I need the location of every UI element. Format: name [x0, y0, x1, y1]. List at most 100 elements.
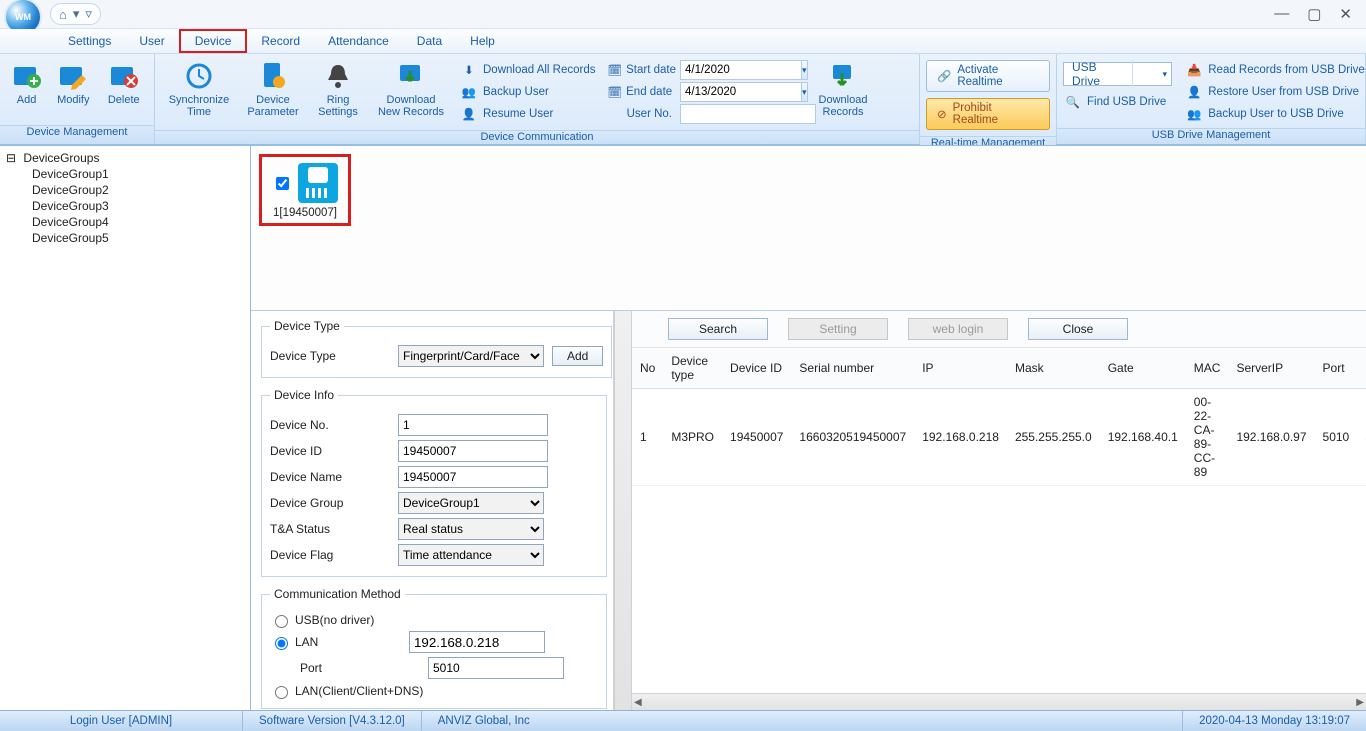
status-version: Software Version [V4.3.12.0] [243, 711, 422, 731]
device-group-select[interactable]: DeviceGroup1 [398, 492, 544, 514]
device-no-input[interactable] [398, 414, 548, 436]
activate-realtime-button[interactable]: 🔗Activate Realtime [926, 60, 1050, 92]
col-mask[interactable]: Mask [1007, 348, 1100, 389]
bell-icon [322, 60, 354, 92]
grid-setting-button[interactable]: Setting [788, 318, 888, 340]
menu-attendance[interactable]: Attendance [314, 29, 403, 53]
col-no[interactable]: No [632, 348, 663, 389]
device-type-select[interactable]: Fingerprint/Card/Face [398, 345, 544, 367]
port-input[interactable] [428, 657, 564, 679]
lan-ip-input[interactable] [409, 631, 545, 653]
delete-button[interactable]: Delete [100, 58, 148, 106]
prohibit-realtime-button[interactable]: ⊘Prohibit Realtime [926, 98, 1050, 130]
menu-record[interactable]: Record [247, 29, 314, 53]
backup-user-button[interactable]: 👥Backup User [455, 82, 602, 102]
collapse-icon[interactable]: ⊟ [6, 151, 16, 165]
device-id-input[interactable] [398, 440, 548, 462]
grid-close-button[interactable]: Close [1028, 318, 1128, 340]
modify-button[interactable]: Modify [49, 58, 97, 106]
device-type-label: Device Type [270, 349, 390, 363]
menu-user[interactable]: User [125, 29, 178, 53]
start-date-input[interactable] [680, 60, 802, 80]
device-gear-icon [257, 60, 289, 92]
status-company: ANVIZ Global, Inc [422, 711, 1183, 731]
col-port[interactable]: Port [1315, 348, 1358, 389]
ring-settings-button[interactable]: Ring Settings [309, 58, 367, 118]
grid-horizontal-scrollbar[interactable]: ◀▶ [632, 693, 1366, 710]
lan-client-radio[interactable] [275, 686, 288, 699]
menubar: Settings User Device Record Attendance D… [0, 29, 1366, 54]
end-date-input[interactable] [680, 82, 802, 102]
find-usb-button[interactable]: 🔍Find USB Drive [1063, 92, 1172, 112]
resume-user-button[interactable]: 👤Resume User [455, 104, 602, 124]
device-id-label: Device ID [270, 444, 390, 458]
ribbon-group-usb: USB Drive ▾ 🔍Find USB Drive 📥Read Record… [1057, 54, 1366, 144]
menu-help[interactable]: Help [456, 29, 509, 53]
add-button[interactable]: Add [6, 58, 47, 106]
dropdown-icon[interactable]: ▿ [85, 6, 92, 22]
col-ip[interactable]: IP [914, 348, 1007, 389]
device-type-add-button[interactable]: Add [552, 346, 603, 366]
ta-status-select[interactable]: Real status [398, 518, 544, 540]
device-tile-checkbox[interactable] [276, 177, 289, 190]
col-mac[interactable]: MAC [1186, 348, 1229, 389]
add-icon [11, 60, 43, 92]
device-group-tree[interactable]: ⊟ DeviceGroups DeviceGroup1 DeviceGroup2… [0, 146, 251, 710]
resume-user-icon: 👤 [461, 106, 477, 122]
col-serverip[interactable]: ServerIP [1228, 348, 1314, 389]
chevron-down-icon[interactable]: ▾ [1158, 69, 1171, 80]
home-icon[interactable]: ⌂ [59, 7, 67, 22]
clock-sync-icon [183, 60, 215, 92]
center-pane: 1[19450007] Device Type Device Type Fing… [251, 146, 1366, 710]
table-row[interactable]: 1 M3PRO 19450007 1660320519450007 192.16… [632, 389, 1366, 486]
form-scrollbar[interactable] [614, 311, 632, 710]
device-type-fieldset: Device Type Device Type Fingerprint/Card… [261, 319, 612, 378]
usb-drive-combo[interactable]: USB Drive ▾ [1063, 62, 1172, 86]
grid-search-button[interactable]: Search [668, 318, 768, 340]
col-device-type[interactable]: Device type [663, 348, 722, 389]
download-records-button[interactable]: Download Records [806, 58, 880, 118]
ribbon-group-device-management: Add Modify Delete Device Management [0, 54, 155, 144]
download-all-icon: ⬇ [461, 62, 477, 78]
tree-item[interactable]: DeviceGroup1 [2, 166, 248, 182]
synchronize-time-button[interactable]: Synchronize Time [161, 58, 237, 118]
col-mode[interactable]: Mode [1357, 348, 1366, 389]
menu-settings[interactable]: Settings [54, 29, 125, 53]
tree-item[interactable]: DeviceGroup5 [2, 230, 248, 246]
read-records-usb-button[interactable]: 📥Read Records from USB Drive [1180, 60, 1366, 80]
tree-root[interactable]: ⊟ DeviceGroups [2, 150, 248, 166]
device-flag-select[interactable]: Time attendance [398, 544, 544, 566]
ribbon-group-device-communication: Synchronize Time Device Parameter Ring S… [155, 54, 920, 144]
download-all-records-button[interactable]: ⬇Download All Records [455, 60, 602, 80]
prohibit-icon: ⊘ [937, 107, 947, 121]
col-gate[interactable]: Gate [1100, 348, 1186, 389]
device-group-label: Device Group [270, 496, 390, 510]
device-tile[interactable]: 1[19450007] [259, 154, 351, 226]
col-serial[interactable]: Serial number [791, 348, 914, 389]
lan-radio[interactable] [275, 637, 288, 650]
tree-item[interactable]: DeviceGroup4 [2, 214, 248, 230]
usb-read-icon: 📥 [1186, 62, 1202, 78]
modify-icon [57, 60, 89, 92]
usb-radio[interactable] [275, 615, 288, 628]
tree-item[interactable]: DeviceGroup3 [2, 198, 248, 214]
download-icon [395, 60, 427, 92]
device-type-legend: Device Type [270, 319, 344, 333]
user-no-input[interactable] [680, 104, 816, 124]
device-name-input[interactable] [398, 466, 548, 488]
menu-data[interactable]: Data [403, 29, 456, 53]
close-button[interactable]: ✕ [1339, 5, 1352, 23]
download-new-records-button[interactable]: Download New Records [369, 58, 453, 118]
maximize-button[interactable]: ▢ [1307, 5, 1321, 23]
device-grid[interactable]: No Device type Device ID Serial number I… [632, 348, 1366, 693]
tree-item[interactable]: DeviceGroup2 [2, 182, 248, 198]
grid-weblogin-button[interactable]: web login [908, 318, 1008, 340]
device-parameter-button[interactable]: Device Parameter [239, 58, 307, 118]
col-device-id[interactable]: Device ID [722, 348, 791, 389]
port-label: Port [270, 661, 420, 675]
shield-icon[interactable]: ▾ [73, 6, 80, 22]
restore-user-usb-button[interactable]: 👤Restore User from USB Drive [1180, 82, 1366, 102]
backup-user-usb-button[interactable]: 👥Backup User to USB Drive [1180, 104, 1366, 124]
menu-device[interactable]: Device [179, 29, 248, 53]
minimize-button[interactable]: — [1274, 5, 1289, 23]
